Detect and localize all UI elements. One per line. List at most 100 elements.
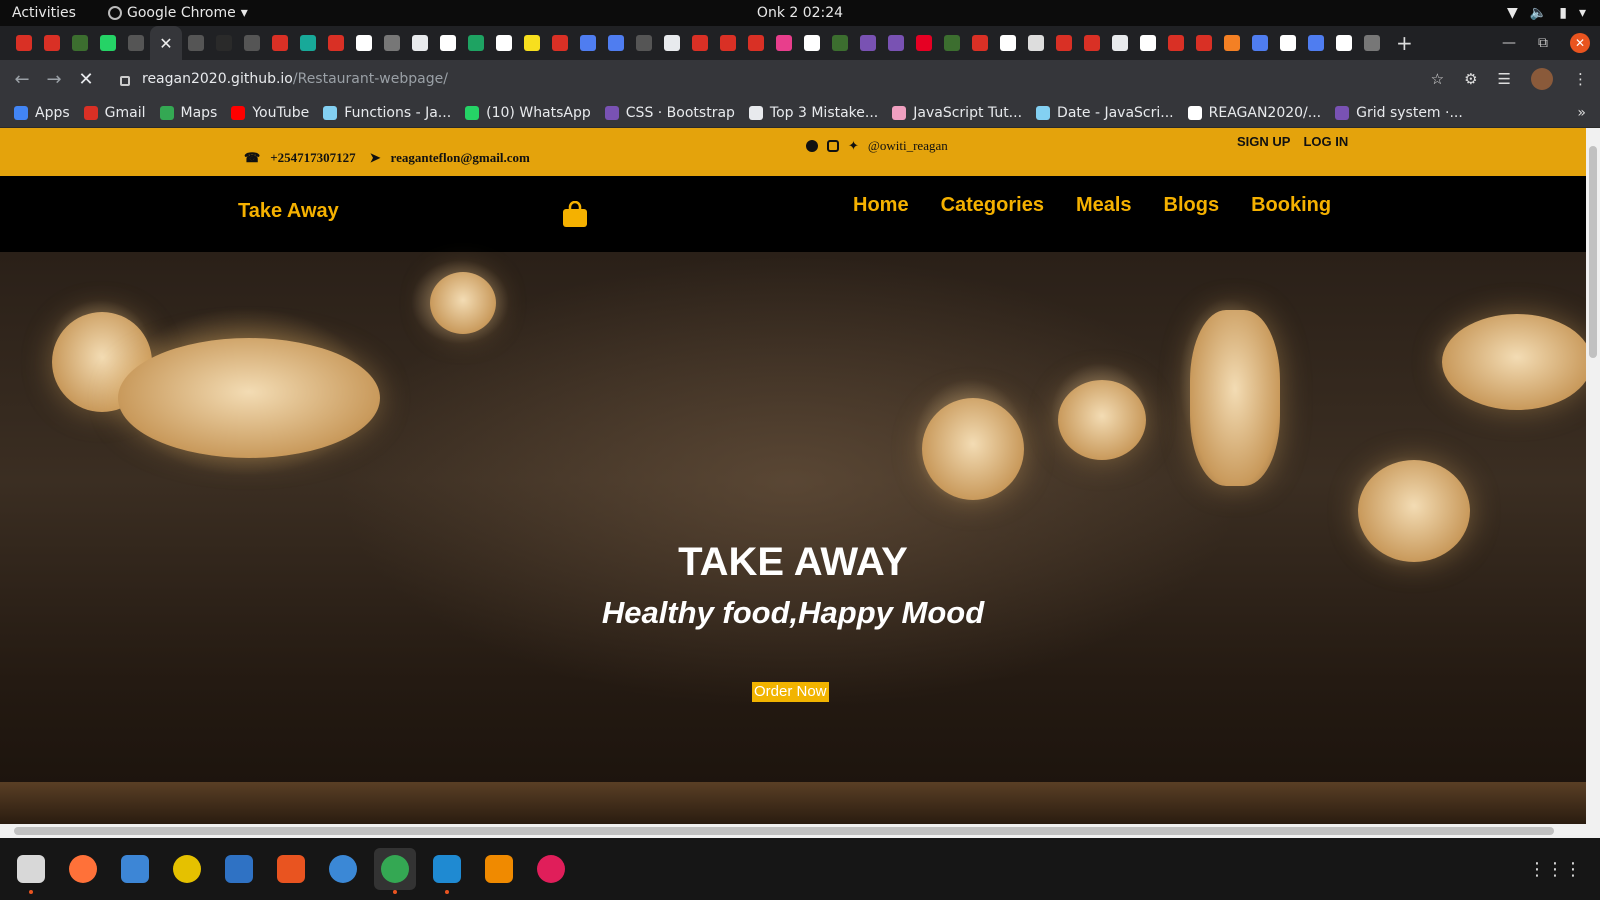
tab-favicon[interactable] <box>546 26 574 60</box>
back-button[interactable]: ← <box>6 69 38 90</box>
tab-favicon[interactable] <box>238 26 266 60</box>
sign-up-link[interactable]: SIGN UP <box>1237 134 1290 149</box>
tab-favicon[interactable] <box>10 26 38 60</box>
dock-item[interactable] <box>426 848 468 894</box>
extensions-icon[interactable]: ⚙ <box>1464 70 1477 88</box>
tab-favicon[interactable] <box>882 26 910 60</box>
dock-item[interactable] <box>10 848 52 894</box>
maximize-button[interactable]: ⧉ <box>1538 35 1548 51</box>
system-tray[interactable]: ▼ 🔈 ▮ ▾ <box>1507 5 1586 21</box>
tab-favicon[interactable] <box>294 26 322 60</box>
tab-favicon[interactable] <box>574 26 602 60</box>
tab-favicon[interactable] <box>686 26 714 60</box>
tab-favicon[interactable] <box>630 26 658 60</box>
tab-favicon[interactable] <box>66 26 94 60</box>
dock-item[interactable] <box>270 848 312 890</box>
dock-item[interactable] <box>530 848 572 890</box>
bookmark-item[interactable]: YouTube <box>231 105 309 121</box>
tab-favicon[interactable] <box>714 26 742 60</box>
tab-favicon[interactable] <box>910 26 938 60</box>
tab-favicon[interactable] <box>1050 26 1078 60</box>
tab-favicon[interactable] <box>266 26 294 60</box>
tab-favicon[interactable] <box>798 26 826 60</box>
vertical-scrollbar[interactable] <box>1586 128 1600 824</box>
tab-favicon[interactable] <box>378 26 406 60</box>
tab-favicon[interactable] <box>1330 26 1358 60</box>
tab-favicon[interactable] <box>1022 26 1050 60</box>
tab-favicon[interactable] <box>1302 26 1330 60</box>
bookmark-item[interactable]: Top 3 Mistake... <box>748 105 878 121</box>
lock-icon[interactable] <box>120 76 130 86</box>
new-tab-button[interactable]: + <box>1396 31 1413 55</box>
tab-favicon[interactable] <box>1218 26 1246 60</box>
tab-favicon[interactable] <box>1162 26 1190 60</box>
more-bookmarks-icon[interactable]: » <box>1577 105 1586 121</box>
dock-item[interactable] <box>218 848 260 890</box>
activities-button[interactable]: Activities <box>12 5 76 21</box>
close-window-button[interactable]: ✕ <box>1570 33 1590 53</box>
twitter-icon[interactable]: ✦ <box>848 138 859 154</box>
bookmark-item[interactable]: CSS · Bootstrap <box>604 105 735 121</box>
tab-favicon[interactable] <box>462 26 490 60</box>
nav-link-home[interactable]: Home <box>853 194 909 217</box>
horizontal-scrollbar[interactable] <box>0 824 1600 838</box>
active-tab-close-icon[interactable]: ✕ <box>150 26 182 60</box>
reading-list-icon[interactable]: ☰ <box>1498 70 1511 88</box>
log-in-link[interactable]: LOG IN <box>1303 134 1348 149</box>
tab-favicon[interactable] <box>434 26 462 60</box>
bookmark-item[interactable]: Date - JavaScri... <box>1036 105 1174 121</box>
tab-favicon[interactable] <box>122 26 150 60</box>
menu-kebab-icon[interactable]: ⋮ <box>1573 70 1588 88</box>
minimize-button[interactable]: — <box>1502 35 1516 51</box>
scrollbar-thumb[interactable] <box>14 827 1554 835</box>
tab-favicon[interactable] <box>602 26 630 60</box>
dock-item[interactable] <box>62 848 104 890</box>
tab-favicon[interactable] <box>1190 26 1218 60</box>
nav-link-meals[interactable]: Meals <box>1076 194 1132 217</box>
bookmark-item[interactable]: Grid system ·... <box>1335 105 1463 121</box>
tab-favicon[interactable] <box>490 26 518 60</box>
tab-favicon[interactable] <box>1358 26 1386 60</box>
tab-favicon[interactable] <box>1134 26 1162 60</box>
tab-favicon[interactable] <box>826 26 854 60</box>
bookmark-item[interactable]: REAGAN2020/... <box>1187 105 1321 121</box>
tab-favicon[interactable] <box>94 26 122 60</box>
tab-favicon[interactable] <box>770 26 798 60</box>
bookmark-star-icon[interactable]: ☆ <box>1431 70 1444 88</box>
tab-favicon[interactable] <box>518 26 546 60</box>
tab-favicon[interactable] <box>1106 26 1134 60</box>
tab-favicon[interactable] <box>742 26 770 60</box>
bookmark-item[interactable]: Gmail <box>83 105 146 121</box>
facebook-icon[interactable] <box>806 140 818 152</box>
dock-item[interactable] <box>478 848 520 890</box>
brand-logo[interactable]: Take Away <box>238 200 339 223</box>
dock-item[interactable] <box>166 848 208 890</box>
dock-item[interactable] <box>114 848 156 890</box>
tab-favicon[interactable] <box>38 26 66 60</box>
tab-favicon[interactable] <box>658 26 686 60</box>
tab-favicon[interactable] <box>966 26 994 60</box>
shopping-bag-icon[interactable] <box>561 201 589 227</box>
nav-link-blogs[interactable]: Blogs <box>1164 194 1220 217</box>
tab-favicon[interactable] <box>1274 26 1302 60</box>
tab-favicon[interactable] <box>938 26 966 60</box>
phone-number[interactable]: +254717307127 <box>270 150 355 166</box>
forward-button[interactable]: → <box>38 69 70 90</box>
show-applications-icon[interactable]: ⋮⋮⋮ <box>1528 859 1582 880</box>
app-menu[interactable]: Google Chrome ▾ <box>108 5 248 21</box>
bookmark-item[interactable]: (10) WhatsApp <box>465 105 591 121</box>
nav-link-categories[interactable]: Categories <box>941 194 1044 217</box>
social-handle[interactable]: @owiti_reagan <box>868 138 948 154</box>
nav-link-booking[interactable]: Booking <box>1251 194 1331 217</box>
dock-item[interactable] <box>322 848 364 890</box>
tab-favicon[interactable] <box>350 26 378 60</box>
bookmark-item[interactable]: Functions - Ja... <box>323 105 451 121</box>
bookmark-item[interactable]: Maps <box>159 105 217 121</box>
profile-avatar[interactable] <box>1531 68 1553 90</box>
tab-favicon[interactable] <box>854 26 882 60</box>
address-bar[interactable]: reagan2020.github.io/Restaurant-webpage/ <box>108 64 1488 94</box>
email-address[interactable]: reaganteflon@gmail.com <box>391 150 530 166</box>
dock-item[interactable] <box>374 848 416 894</box>
tab-favicon[interactable] <box>182 26 210 60</box>
tab-favicon[interactable] <box>1078 26 1106 60</box>
